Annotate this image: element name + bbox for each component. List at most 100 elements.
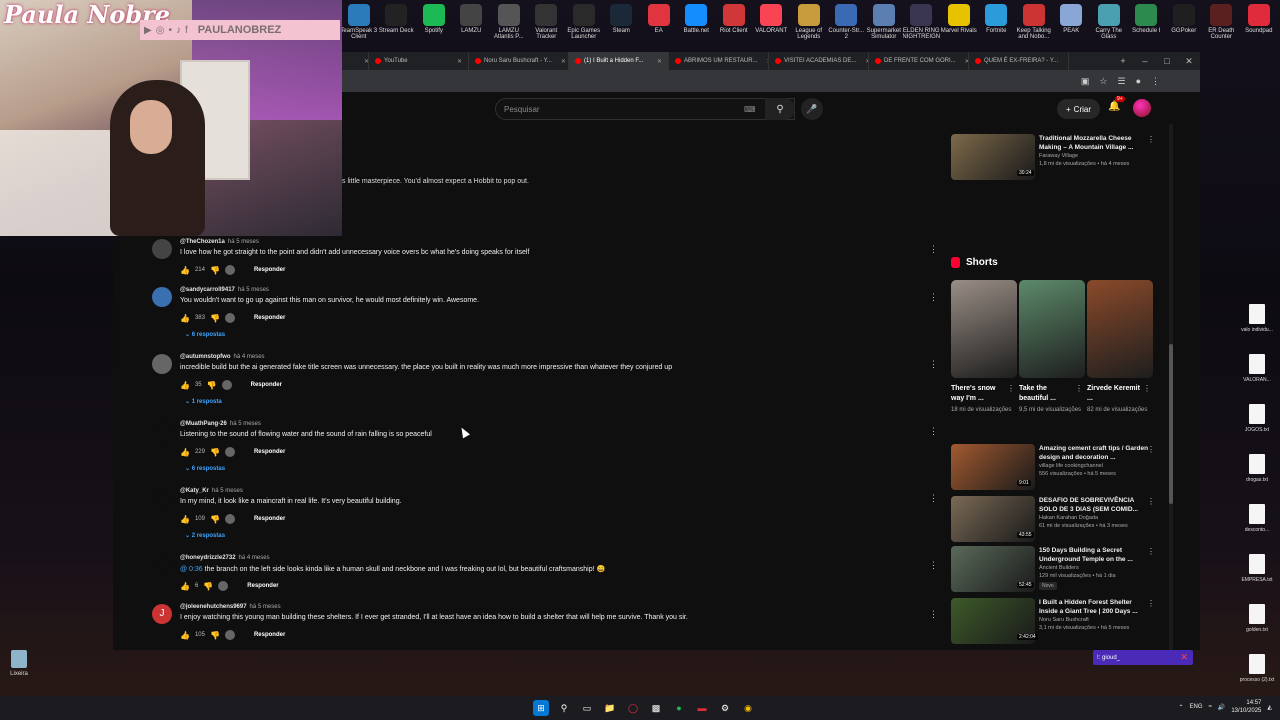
cast-icon[interactable]: ▣: [1081, 76, 1090, 87]
commenter-avatar[interactable]: [152, 354, 172, 374]
video-channel[interactable]: Ancient Builders: [1039, 565, 1079, 571]
comment-more-icon[interactable]: ⋮: [929, 292, 938, 303]
desktop-shortcut[interactable]: GGPoker: [1165, 0, 1203, 46]
desktop-shortcut[interactable]: Keep Talking and Nobo...: [1015, 0, 1053, 46]
browser-menu-icon[interactable]: ⋮: [1151, 76, 1160, 87]
video-title[interactable]: Amazing cement craft tips / Garden desig…: [1039, 444, 1151, 462]
tray-chevron-icon[interactable]: ⌃: [1179, 704, 1184, 711]
desktop-shortcut[interactable]: Epic Games Launcher: [565, 0, 603, 46]
browser-tab[interactable]: VISITEI ACADEMIAS DE...✕: [769, 52, 869, 70]
file-explorer-icon[interactable]: 📁: [602, 700, 618, 716]
related-video[interactable]: 52:45 150 Days Building a Secret Undergro…: [951, 546, 1161, 594]
browser-tab[interactable]: Noru Saru Bushcraft - Y... ✕: [469, 52, 569, 70]
reply-button[interactable]: Responder: [254, 267, 285, 273]
scrollbar-thumb[interactable]: [1169, 344, 1173, 504]
desktop-shortcut[interactable]: VALORANT: [753, 0, 791, 46]
notifications-icon[interactable]: ◭: [1267, 704, 1272, 711]
comment-more-icon[interactable]: ⋮: [929, 609, 938, 620]
video-more-icon[interactable]: ⋮: [1147, 547, 1155, 556]
desktop-file[interactable]: JOGOS.txt: [1234, 400, 1280, 450]
desktop-shortcut[interactable]: LAMZU Atlantis P...: [490, 0, 528, 46]
reply-button[interactable]: Responder: [247, 583, 278, 589]
desktop-file[interactable]: EMPRESA.txt: [1234, 550, 1280, 600]
desktop-shortcut[interactable]: Supermarket Simulator: [865, 0, 903, 46]
related-video[interactable]: 30:24 Traditional Mozzarella Cheese Makin…: [951, 134, 1161, 182]
video-channel[interactable]: village life cookingchannel: [1039, 463, 1103, 469]
video-title[interactable]: DESAFIO DE SOBREVIVÊNCIA SOLO DE 3 DIAS …: [1039, 496, 1151, 514]
recycle-bin[interactable]: Lixeira: [6, 650, 32, 677]
tab-close-icon[interactable]: ✕: [959, 58, 968, 65]
commenter-avatar[interactable]: [152, 287, 172, 307]
desktop-shortcut[interactable]: TeamSpeak 3 Client: [340, 0, 378, 46]
desktop-shortcut[interactable]: ER Death Counter: [1203, 0, 1241, 46]
reply-button[interactable]: Responder: [254, 449, 285, 455]
clock[interactable]: 14:57 13/10/2025: [1231, 699, 1261, 715]
volume-icon[interactable]: 🔊: [1218, 704, 1225, 711]
like-icon[interactable]: 👍: [180, 381, 190, 390]
related-video[interactable]: 9:01 Amazing cement craft tips / Garden d…: [951, 444, 1161, 492]
view-replies-button[interactable]: ⌄ 6 respostas: [185, 331, 225, 338]
tab-close-icon[interactable]: ✕: [761, 58, 768, 65]
short-thumbnail[interactable]: [1087, 280, 1153, 378]
desktop-file[interactable]: processo (2).txt: [1234, 650, 1280, 700]
like-icon[interactable]: 👍: [180, 631, 190, 640]
desktop-shortcut[interactable]: Valorant Tracker: [528, 0, 566, 46]
tab-close-icon[interactable]: ✕: [859, 58, 868, 65]
opera-icon[interactable]: ◯: [625, 700, 641, 716]
desktop-shortcut[interactable]: Steam: [603, 0, 641, 46]
new-tab-icon[interactable]: +: [1112, 56, 1134, 67]
desktop-shortcut[interactable]: Fortnite: [978, 0, 1016, 46]
terminal-icon[interactable]: ▩: [648, 700, 664, 716]
desktop-shortcut[interactable]: Riot Client: [715, 0, 753, 46]
spotify-icon[interactable]: ●: [671, 700, 687, 716]
like-icon[interactable]: 👍: [180, 448, 190, 457]
desktop-shortcut[interactable]: LAMZU: [453, 0, 491, 46]
short-title[interactable]: There's snow way I'm ...: [951, 384, 1005, 404]
like-icon[interactable]: 👍: [180, 515, 190, 524]
start-menu-icon[interactable]: ⊞: [533, 700, 549, 716]
video-title[interactable]: I Built a Hidden Forest Shelter Inside a…: [1039, 598, 1151, 616]
video-more-icon[interactable]: ⋮: [1147, 445, 1155, 454]
video-more-icon[interactable]: ⋮: [1147, 135, 1155, 144]
video-more-icon[interactable]: ⋮: [1147, 497, 1155, 506]
desktop-shortcut[interactable]: Marvel Rivals: [940, 0, 978, 46]
browser-tab[interactable]: (1) I Built a Hidden F... ✕: [569, 52, 669, 70]
desktop-shortcut[interactable]: Soundpad: [1240, 0, 1278, 46]
comment-author[interactable]: @autumnstopfwo há 4 meses: [180, 354, 265, 360]
like-icon[interactable]: 👍: [180, 582, 190, 591]
notifications-bell-icon[interactable]: 🔔: [1108, 101, 1120, 112]
desktop-shortcut[interactable]: ELDEN RING NIGHTREIGN: [903, 0, 940, 46]
short-title[interactable]: Zirvede Keremit ...: [1087, 384, 1141, 404]
commenter-avatar[interactable]: J: [152, 604, 172, 624]
dislike-icon[interactable]: 👎: [210, 448, 220, 457]
account-avatar[interactable]: [1133, 99, 1151, 117]
profile-icon[interactable]: ●: [1136, 76, 1141, 86]
browser-tab[interactable]: QUEM É EX-FREIRA? - Y...✕: [969, 52, 1069, 70]
bookmark-star-icon[interactable]: ☆: [1099, 76, 1107, 87]
short-more-icon[interactable]: ⋮: [1143, 384, 1151, 393]
comment-author[interactable]: @MuathPang-26 há 5 meses: [180, 421, 261, 427]
short-card[interactable]: There's snow way I'm ... 18 mi de visuali…: [951, 280, 1017, 415]
voice-search-button[interactable]: 🎤: [801, 98, 823, 120]
desktop-file[interactable]: golden.txt: [1234, 600, 1280, 650]
keyboard-icon[interactable]: ⌨: [744, 105, 756, 114]
commenter-avatar[interactable]: [152, 555, 172, 575]
video-channel[interactable]: Noru Saru Bushcraft: [1039, 617, 1089, 623]
comment-author[interactable]: @TheChozen1a há 5 meses: [180, 239, 259, 245]
extensions-icon[interactable]: ☰: [1117, 76, 1125, 87]
comment-author[interactable]: @joleenehutchens9697 há 5 meses: [180, 604, 281, 610]
wifi-icon[interactable]: ≈: [1209, 704, 1212, 710]
desktop-file[interactable]: drogas.txt: [1234, 450, 1280, 500]
create-button[interactable]: + Criar: [1057, 99, 1101, 119]
dislike-icon[interactable]: 👎: [210, 266, 220, 275]
dislike-icon[interactable]: 👎: [210, 631, 220, 640]
tab-close-icon[interactable]: ✕: [555, 58, 566, 65]
desktop-shortcut[interactable]: Counter-Str... 2: [828, 0, 866, 46]
video-channel[interactable]: Hakan Karahan Doğada: [1039, 515, 1098, 521]
comment-more-icon[interactable]: ⋮: [929, 560, 938, 571]
comment-more-icon[interactable]: ⋮: [929, 244, 938, 255]
short-more-icon[interactable]: ⋮: [1007, 384, 1015, 393]
search-button[interactable]: ⚲: [765, 98, 795, 120]
desktop-shortcut[interactable]: PEAK: [1053, 0, 1091, 46]
video-channel[interactable]: Faraway Village: [1039, 153, 1078, 159]
